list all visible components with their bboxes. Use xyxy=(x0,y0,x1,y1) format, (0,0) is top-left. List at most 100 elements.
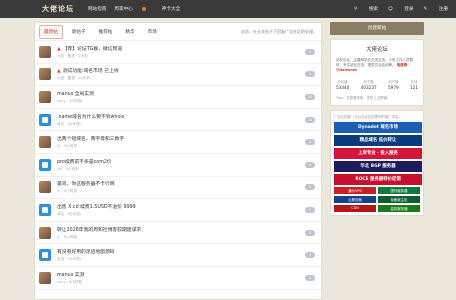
post-row[interactable]: 美哥，你这服务器不卡行啊小 · 5小时前 5 xyxy=(35,177,321,200)
tab-recommended[interactable]: 推荐帖 xyxy=(95,26,117,38)
user-avatar[interactable] xyxy=(39,136,51,149)
post-title[interactable]: manus 实测 xyxy=(57,271,305,278)
user-avatar[interactable] xyxy=(39,226,51,239)
user-avatar[interactable] xyxy=(39,249,51,262)
post-title[interactable]: 有没有好用的足迹地图源码 xyxy=(57,248,305,255)
ad-banner[interactable]: 上岸专业 · 投入服务 xyxy=(334,147,422,159)
tab-market[interactable]: 市场 xyxy=(144,26,161,38)
tab-new[interactable]: 新帖子 xyxy=(68,26,90,38)
reply-count-badge: 5 xyxy=(305,184,315,191)
main-nav: 网站指南 周家中心 神卡大全 xyxy=(88,6,188,12)
post-row[interactable]: manus 实测 chuy · 8小时前 1 xyxy=(35,267,321,290)
post-title[interactable]: ▲ 测试功能:域名市场 已上线 xyxy=(57,67,305,74)
notification-dot-icon xyxy=(141,6,146,11)
ad-small-row: 云服务器 免备案主机 xyxy=(334,195,420,203)
tab-latest[interactable]: 最新帖 xyxy=(39,24,63,39)
post-row[interactable]: 转让2026年我的周和社博客较期建谋求小 · 6小时前 3 xyxy=(35,222,321,245)
ad-small[interactable]: 云服务器 xyxy=(334,195,376,203)
ad-panel: 广告位招租（可以在此处放置你的推广内容） Dynadot 域名市场 精品域名 低价… xyxy=(330,109,424,216)
site-notice[interactable]: 站务：在无关帖子下回复广告社区的处理。 xyxy=(241,29,317,35)
post-list: ▲ 【荐】论坛TG群，微信频道 大佬 · 置顶 · 2天前 0 ▲ 测试功能:域名市场 … xyxy=(35,41,321,290)
forum-info-card: 大佬论坛 站长论坛，主要网站长交流交流，十年工作人员群体，专注站长交流，提供交流… xyxy=(330,39,424,106)
post-title[interactable]: pro续费前不多是com2价 xyxy=(57,158,305,165)
post-meta: 小 · 6小时前 xyxy=(57,234,78,239)
post-body: 有没有好用的足迹地图源码 足迹 · 7小时前 xyxy=(57,248,305,262)
reply-count-badge: 7 xyxy=(305,206,315,213)
post-meta: 大佬 · 置顶 · 2天前 xyxy=(57,53,88,58)
post-body: manus 全局实测 chuy · 3小时前 xyxy=(57,90,305,104)
register-link[interactable]: ✎ 注册 xyxy=(423,6,448,12)
post-title-text: 【荐】论坛TG群，微信频道 xyxy=(62,46,123,52)
reply-count-badge: 4 xyxy=(305,161,315,168)
post-row[interactable]: ▲ 【荐】论坛TG群，微信频道 大佬 · 置顶 · 2天前 0 xyxy=(35,41,321,64)
thread-list-panel: 最新帖 新帖子 推荐帖 精华 市场 站务：在无关帖子下回复广告社区的处理。 ▲ 【… xyxy=(34,22,322,300)
ad-small[interactable]: 高防服务器 xyxy=(378,204,420,212)
user-avatar[interactable] xyxy=(39,181,51,194)
search-link[interactable]: ⚲ 搜索 xyxy=(354,6,378,12)
post-row[interactable]: ▲ 测试功能:域名市场 已上线 大佬 · 置顶 · 24天前 1 xyxy=(35,64,321,87)
nav-item-guide[interactable]: 网站指南 xyxy=(88,6,106,12)
ad-panel-header: 广告位招租（可以在此处放置你的推广内容） xyxy=(334,114,402,119)
site-logo[interactable]: 大佬论坛 xyxy=(42,4,74,14)
top-right-actions: ⚲ 搜索 ☺ 登录 ✎ 注册 xyxy=(344,0,448,18)
post-row[interactable]: 出售 X.cd 续费1.5USD不溢价 9999 域名 · 6小时前 7 xyxy=(35,199,321,222)
post-body: 美哥，你这服务器不卡行啊小 · 5小时前 xyxy=(57,180,305,194)
user-avatar[interactable] xyxy=(39,68,51,81)
post-row[interactable]: 有没有好用的足迹地图源码 足迹 · 7小时前 2 xyxy=(35,244,321,267)
post-body: 出两个短域名，两字母和三数字出 · 3小时前 xyxy=(57,135,305,149)
user-avatar[interactable] xyxy=(39,203,51,216)
post-title-text: 测试功能:域名市场 已上线 xyxy=(62,69,119,75)
user-avatar[interactable] xyxy=(39,271,51,284)
stat-value: 121 xyxy=(409,84,418,90)
post-title[interactable]: ▲ 【荐】论坛TG群，微信频道 xyxy=(57,45,305,52)
post-body: .name域名为什么要不到whois 域名 · 3小时前 xyxy=(57,113,305,127)
reply-count-badge: 14 xyxy=(305,93,315,100)
post-row[interactable]: 出两个短域名，两字母和三数字出 · 3小时前 2 xyxy=(35,131,321,154)
stat-value: 403237 xyxy=(360,84,377,90)
post-row[interactable]: pro续费前不多是com2价 xin · 5小时前 4 xyxy=(35,154,321,177)
user-avatar[interactable] xyxy=(39,90,51,103)
stat-value: 5979 xyxy=(387,84,399,90)
ad-banner[interactable]: ROCE 服务器特价促销 xyxy=(334,173,422,185)
post-title[interactable]: 转让2026年我的周和社博客较期建谋求 xyxy=(57,226,305,233)
user-avatar[interactable] xyxy=(39,45,51,58)
tab-featured[interactable]: 精华 xyxy=(121,26,138,38)
post-meta: chuy · 3小时前 xyxy=(57,98,83,103)
nav-item-center[interactable]: 周家中心 xyxy=(114,6,153,12)
stat-value: 53440 xyxy=(336,84,350,90)
post-title[interactable]: .name域名为什么要不到whois xyxy=(57,113,305,120)
post-title[interactable]: manus 全局实测 xyxy=(57,90,305,97)
user-avatar[interactable] xyxy=(39,113,51,126)
reply-count-badge: 3 xyxy=(305,229,315,236)
create-thread-button[interactable]: 创建新帖 xyxy=(330,22,424,35)
login-link[interactable]: ☺ 登录 xyxy=(388,6,413,12)
ad-banner[interactable]: 精品域名 低价转让 xyxy=(334,134,422,146)
user-avatar[interactable] xyxy=(39,158,51,171)
ad-small[interactable]: CDN xyxy=(334,204,376,212)
post-body: 转让2026年我的周和社博客较期建谋求小 · 6小时前 xyxy=(57,226,305,240)
ad-banner[interactable]: Dynadot 域名市场 xyxy=(334,121,422,133)
post-body: 出售 X.cd 续费1.5USD不溢价 9999 域名 · 6小时前 xyxy=(57,203,305,217)
post-body: ▲ 【荐】论坛TG群，微信频道 大佬 · 置顶 · 2天前 xyxy=(57,45,305,59)
tips-text: Tips：交易需谨慎，谨防上当受骗！ xyxy=(336,95,391,100)
nav-item-cards[interactable]: 神卡大全 xyxy=(162,6,180,12)
reply-count-badge: 0 xyxy=(305,48,315,55)
pin-icon: ▲ xyxy=(57,69,61,75)
pin-icon: ▲ xyxy=(57,46,61,52)
post-row[interactable]: .name域名为什么要不到whois 域名 · 3小时前 10 xyxy=(35,109,321,132)
ad-small-row: CDN 高防服务器 xyxy=(334,204,420,212)
reply-count-badge: 1 xyxy=(305,274,315,281)
ad-small[interactable]: 免备案主机 xyxy=(378,195,420,203)
stat-label: 帖子数 xyxy=(363,79,374,84)
post-row[interactable]: manus 全局实测 chuy · 3小时前 14 xyxy=(35,86,321,109)
ad-small-row: 廉价VPS 国外服务器 xyxy=(334,186,420,194)
ad-banner[interactable]: 华北 BGP 服务器 xyxy=(334,160,422,172)
forum-description: 站长论坛，主要网站长交流交流，十年工作人员群体，专注站长交流，提供交流活动等。 … xyxy=(336,58,418,74)
post-meta: 大佬 · 置顶 · 24天前 xyxy=(57,76,90,81)
post-title[interactable]: 美哥，你这服务器不卡行啊 xyxy=(57,180,305,187)
ad-small[interactable]: 廉价VPS xyxy=(334,186,376,194)
ad-small[interactable]: 国外服务器 xyxy=(378,186,420,194)
forum-stats: 总帖数 53440 帖子数 403237 用户数 5979 在线 121 xyxy=(336,79,418,90)
post-title[interactable]: 出售 X.cd 续费1.5USD不溢价 9999 xyxy=(57,203,305,210)
post-title[interactable]: 出两个短域名，两字母和三数字 xyxy=(57,135,305,142)
